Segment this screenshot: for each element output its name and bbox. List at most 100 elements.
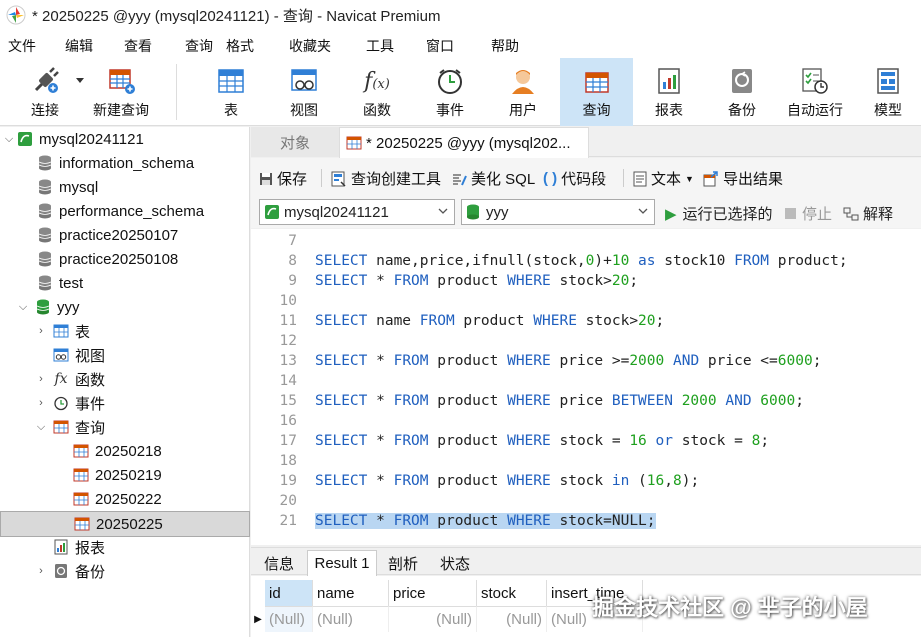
event-button[interactable]: 事件 [425,58,475,126]
code-line[interactable]: 20 [251,493,921,513]
tab-status[interactable]: 状态 [431,550,479,576]
chevron-down-icon[interactable]: ⌵ [2,133,16,146]
automation-button[interactable]: 自动运行 [781,58,849,126]
menu-window[interactable]: 窗口 [426,36,454,56]
code-snippet-button[interactable]: ( ) 代码段 [543,168,606,189]
tree-db-test[interactable]: test [0,271,250,295]
tree-db-practice20250108[interactable]: practice20250108 [0,247,250,271]
tree-query-20250219[interactable]: 20250219 [0,463,250,487]
tree-db-information-schema[interactable]: information_schema [0,151,250,175]
tree-db-mysql[interactable]: mysql [0,175,250,199]
export-icon [703,170,719,187]
table-cell[interactable]: (Null) [313,606,389,632]
function-button[interactable]: f(x) 函数 [352,58,402,126]
chevron-right-icon[interactable]: › [34,373,48,385]
sql-editor[interactable]: 7 8 SELECT name,price,ifnull(stock,0)+10 a… [251,229,921,545]
chevron-right-icon[interactable]: › [34,397,48,409]
code-line[interactable]: 8 SELECT name,price,ifnull(stock,0)+10 as… [251,253,921,273]
connect-dropdown[interactable] [74,58,86,126]
sql-text: product [428,473,508,489]
user-button[interactable]: 用户 [498,58,548,126]
menu-view[interactable]: 查看 [124,36,152,56]
chevron-down-icon[interactable]: ▼ [685,174,694,184]
tree-group-functions[interactable]: › fx 函数 [0,367,250,391]
menu-help[interactable]: 帮助 [491,36,519,56]
model-button[interactable]: 模型 [863,58,913,126]
beautify-sql-button[interactable]: 美化 SQL [451,168,535,189]
tree-db-performance-schema[interactable]: performance_schema [0,199,250,223]
code-line[interactable]: 7 [251,233,921,253]
sql-number: 6000 [760,393,796,409]
database-select[interactable]: yyy [461,199,655,225]
tree-query-20250218[interactable]: 20250218 [0,439,250,463]
chevron-down-icon[interactable]: ⌵ [16,301,30,314]
line-number: 10 [279,293,297,309]
connection-select[interactable]: mysql20241121 [259,199,455,225]
code-line[interactable]: 21 SELECT * FROM product WHERE stock=NULL… [251,513,921,533]
save-button[interactable]: 保存 [259,168,307,189]
column-header-price[interactable]: price [389,580,477,606]
backup-button[interactable]: 备份 [717,58,767,126]
table-cell[interactable]: (Null) [265,606,313,632]
report-button[interactable]: 报表 [644,58,694,126]
database-icon [36,178,54,196]
model-icon [871,64,905,98]
tree-group-backups[interactable]: › 备份 [0,559,250,583]
tree-group-queries[interactable]: ⌵ 查询 [0,415,250,439]
table-cell[interactable]: (Null) [477,606,547,632]
menu-favorites[interactable]: 收藏夹 [289,36,331,56]
code-line[interactable]: 19 SELECT * FROM product WHERE stock in (… [251,473,921,493]
tab-info[interactable]: 信息 [255,550,303,576]
tab-objects[interactable]: 对象 [251,127,339,157]
code-line[interactable]: 16 [251,413,921,433]
menu-edit[interactable]: 编辑 [65,36,93,56]
query-builder-button[interactable]: 查询创建工具 [331,168,441,189]
tab-query-20250225[interactable]: * 20250225 @yyy (mysql202... [339,127,589,158]
stop-button[interactable]: 停止 [785,203,832,224]
tree-db-practice20250107[interactable]: practice20250107 [0,223,250,247]
code-line[interactable]: 11 SELECT name FROM product WHERE stock>2… [251,313,921,333]
code-line[interactable]: 14 [251,373,921,393]
code-line[interactable]: 18 [251,453,921,473]
toolbar-divider [321,169,322,187]
column-header-id[interactable]: id [265,580,313,606]
text-button[interactable]: 文本 ▼ [633,168,694,189]
chevron-right-icon[interactable]: › [34,565,48,577]
tree-db-yyy[interactable]: ⌵ yyy [0,295,250,319]
explain-button[interactable]: 解释 [843,203,893,224]
tree-group-tables[interactable]: › 表 [0,319,250,343]
table-cell[interactable]: (Null) [389,606,477,632]
tree-group-reports[interactable]: 报表 [0,535,250,559]
chevron-down-icon[interactable]: ⌵ [34,421,48,434]
code-line[interactable]: 9 SELECT * FROM product WHERE stock>20; [251,273,921,293]
tree-query-20250222[interactable]: 20250222 [0,487,250,511]
column-header-stock[interactable]: stock [477,580,547,606]
tree-connection[interactable]: ⌵ mysql20241121 [0,127,250,151]
table-button[interactable]: 表 [206,58,256,126]
code-line[interactable]: 17 SELECT * FROM product WHERE stock = 16… [251,433,921,453]
view-button[interactable]: 视图 [279,58,329,126]
run-selected-button[interactable]: ▶ 运行已选择的 [665,203,773,224]
sql-text: , [664,473,673,489]
chevron-right-icon[interactable]: › [34,325,48,337]
code-line[interactable]: 15 SELECT * FROM product WHERE price BETW… [251,393,921,413]
menu-query[interactable]: 查询 [185,36,213,56]
tree-query-20250225[interactable]: 20250225 [0,511,250,537]
menu-tools[interactable]: 工具 [366,36,394,56]
new-query-button[interactable]: 新建查询 [88,58,154,126]
tree-group-events[interactable]: › 事件 [0,391,250,415]
tab-result-1[interactable]: Result 1 [307,550,377,576]
tree-group-views[interactable]: 视图 [0,343,250,367]
code-line[interactable]: 13 SELECT * FROM product WHERE price >=20… [251,353,921,373]
export-results-button[interactable]: 导出结果 [703,168,783,189]
connect-button[interactable]: 连接 [14,58,76,126]
column-header-name[interactable]: name [313,580,389,606]
sql-keyword: WHERE [507,353,551,369]
query-builder-icon [331,171,347,187]
code-line[interactable]: 10 [251,293,921,313]
menu-format[interactable]: 格式 [226,36,254,56]
tab-profile[interactable]: 剖析 [379,550,427,576]
menu-file[interactable]: 文件 [8,36,36,56]
code-line[interactable]: 12 [251,333,921,353]
query-button[interactable]: 查询 [560,58,633,126]
